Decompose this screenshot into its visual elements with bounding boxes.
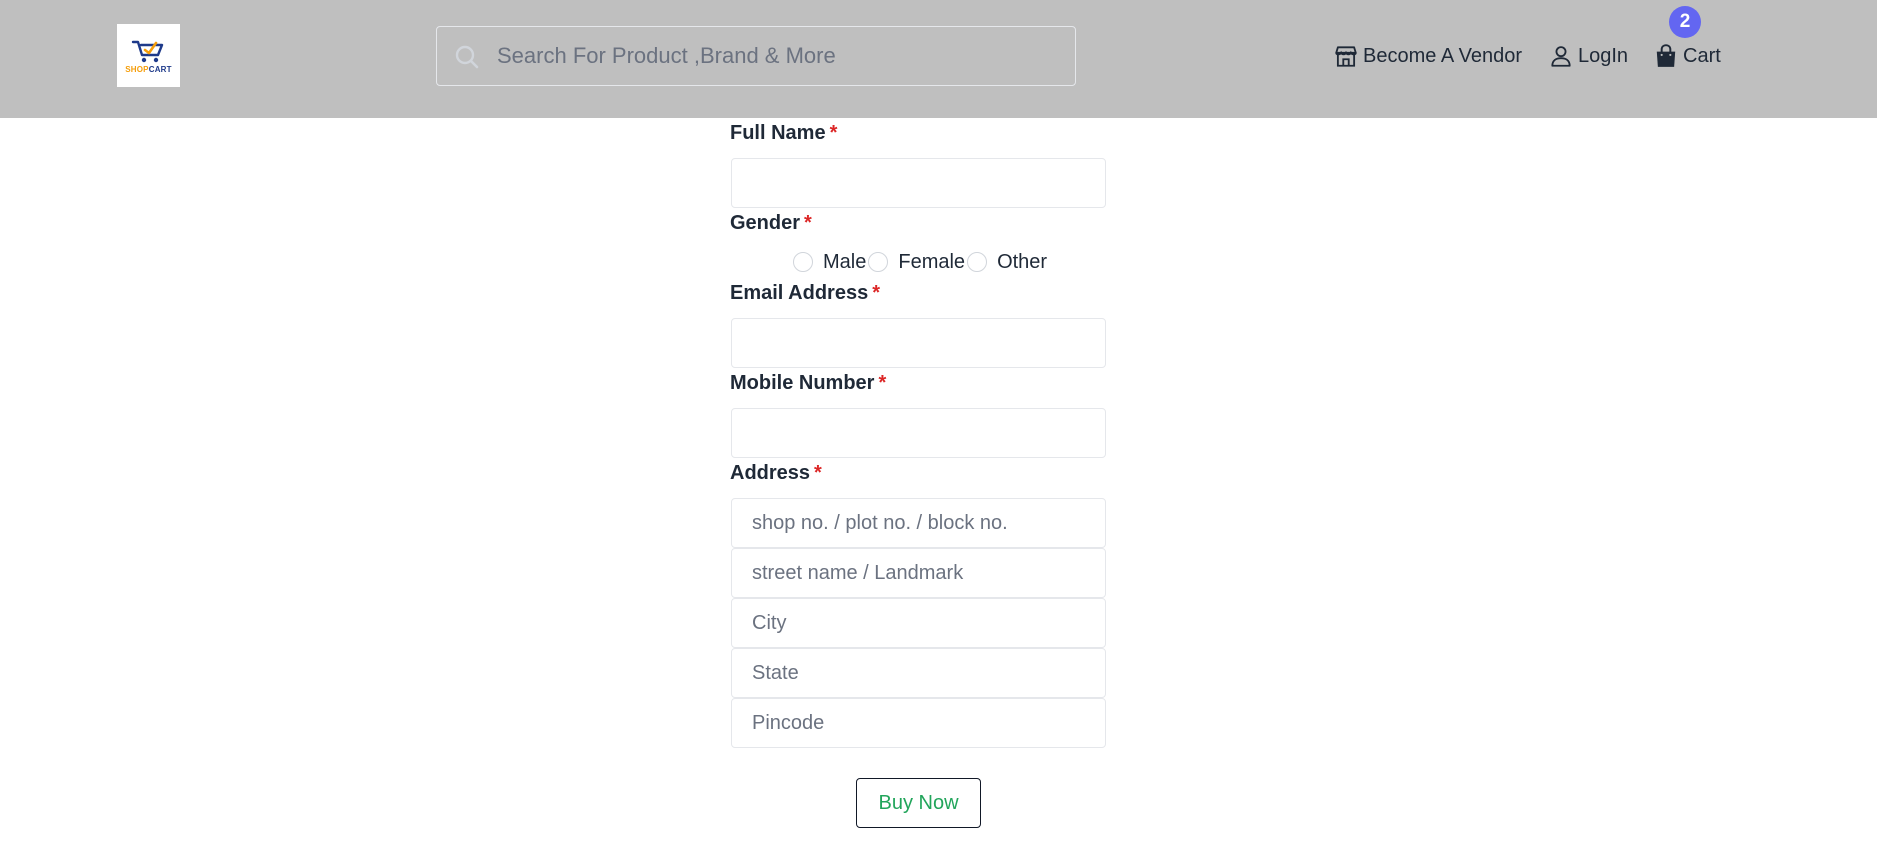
login-link[interactable]: LogIn (1548, 40, 1628, 72)
required-mark: * (829, 122, 838, 144)
become-vendor-label: Become A Vendor (1363, 44, 1523, 67)
cart-label: Cart (1683, 44, 1721, 67)
mobile-input[interactable] (731, 408, 1106, 458)
mobile-label-text: Mobile Number (730, 372, 875, 394)
cart-link[interactable]: Cart (1653, 40, 1721, 72)
email-label-text: Email Address (730, 282, 869, 304)
required-mark: * (814, 462, 822, 484)
address-state-input[interactable] (731, 648, 1106, 698)
gender-female-radio[interactable] (868, 252, 889, 272)
address-label: Address * (730, 462, 822, 485)
gender-female-label[interactable]: Female (898, 251, 965, 274)
email-input[interactable] (731, 318, 1106, 368)
gender-other-radio[interactable] (967, 252, 988, 272)
search-bar (436, 26, 1076, 86)
address-pincode-input[interactable] (731, 698, 1106, 748)
search-icon (455, 45, 479, 69)
store-icon (1335, 46, 1357, 67)
top-header: SHOPCART Become A Vendor LogIn (0, 0, 1877, 118)
login-label: LogIn (1578, 44, 1629, 67)
user-icon (1551, 46, 1571, 67)
shopping-cart-logo-icon (131, 40, 163, 62)
address-shop-input[interactable] (731, 498, 1106, 548)
full-name-label-text: Full Name (730, 122, 826, 144)
full-name-label: Full Name * (730, 122, 837, 145)
required-mark: * (804, 212, 812, 234)
required-mark: * (878, 372, 887, 394)
email-label: Email Address * (730, 282, 880, 305)
cart-count-badge: 2 (1669, 6, 1701, 38)
search-input[interactable] (497, 27, 1067, 85)
become-vendor-link[interactable]: Become A Vendor (1333, 40, 1522, 72)
buy-now-button[interactable]: Buy Now (856, 778, 981, 828)
required-mark: * (872, 282, 880, 304)
gender-label-text: Gender (730, 212, 801, 234)
mobile-label: Mobile Number * (730, 372, 886, 395)
logo-word-shop: SHOP (125, 64, 149, 74)
logo-word-cart: CART (148, 64, 172, 74)
gender-male-radio[interactable] (793, 252, 813, 272)
address-street-input[interactable] (731, 548, 1106, 598)
address-label-text: Address (730, 462, 811, 484)
gender-label: Gender * (730, 212, 812, 235)
shopcart-logo[interactable]: SHOPCART (117, 24, 180, 87)
gender-radio-group: Male Female Other (793, 248, 1049, 276)
logo-wordmark: SHOPCART (125, 65, 172, 74)
full-name-input[interactable] (731, 158, 1106, 208)
address-city-input[interactable] (731, 598, 1106, 648)
gender-other-label[interactable]: Other (997, 251, 1047, 274)
shopping-bag-icon (1656, 44, 1676, 67)
gender-male-label[interactable]: Male (823, 251, 866, 274)
